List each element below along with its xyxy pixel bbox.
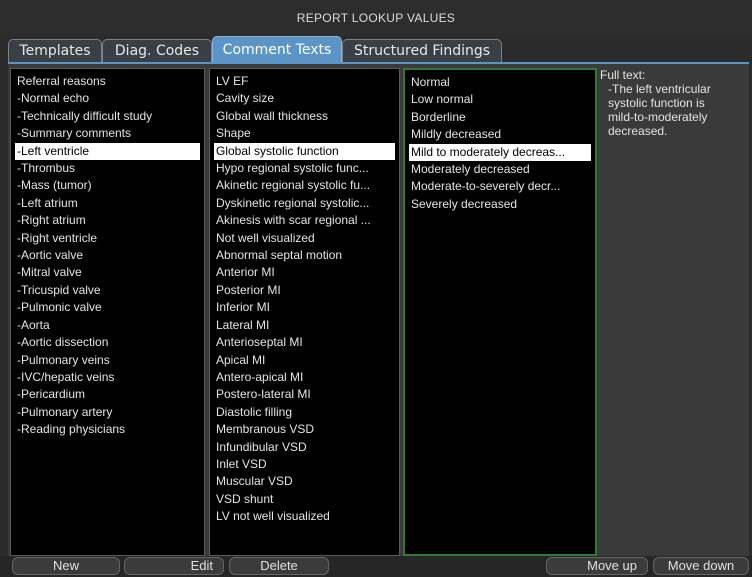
subcategory-list-item[interactable]: LV EF [214, 73, 395, 90]
tab-comment-texts[interactable]: Comment Texts [212, 36, 342, 63]
subcategory-list-item[interactable]: Infundibular VSD [214, 439, 395, 456]
subcategory-list-item[interactable]: Anterior MI [214, 264, 395, 281]
window-title: REPORT LOOKUP VALUES [0, 0, 752, 36]
value-list-item[interactable]: Moderate-to-severely decr... [409, 178, 591, 195]
subcategory-list-item[interactable]: LV not well visualized [214, 508, 395, 525]
delete-button[interactable]: Delete [229, 557, 329, 575]
subcategory-list-item[interactable]: Anterioseptal MI [214, 334, 395, 351]
category-list-item[interactable]: -Pulmonary veins [15, 352, 200, 369]
category-list-item[interactable]: -Technically difficult study [15, 108, 200, 125]
subcategory-list-item[interactable]: Global systolic function [214, 142, 395, 161]
category-list-item[interactable]: -Normal echo [15, 90, 200, 107]
category-list-item[interactable]: -Left atrium [15, 195, 200, 212]
full-text-body: -The left ventricular systolic function … [608, 82, 711, 138]
subcategory-list-item[interactable]: Akinesis with scar regional ... [214, 212, 395, 229]
category-list-item[interactable]: Referral reasons [15, 73, 200, 90]
subcategory-list-item[interactable]: Dyskinetic regional systolic... [214, 195, 395, 212]
category-list-item[interactable]: -Aorta [15, 317, 200, 334]
comment-texts-panel: Referral reasons -Normal echo -Technically… [8, 62, 749, 558]
tab-diag-codes[interactable]: Diag. Codes [102, 39, 212, 62]
tab-structured-findings[interactable]: Structured Findings [342, 39, 502, 62]
subcategory-list[interactable]: LV EF Cavity size Global wall thickness Sha… [209, 68, 400, 556]
category-list-item[interactable]: -Right ventricle [15, 230, 200, 247]
category-list-item[interactable]: -Right atrium [15, 212, 200, 229]
subcategory-list-item[interactable]: Shape [214, 125, 395, 142]
subcategory-list-item[interactable]: Muscular VSD [214, 473, 395, 490]
category-list-item[interactable]: -Mitral valve [15, 264, 200, 281]
subcategory-list-item[interactable]: Akinetic regional systolic fu... [214, 177, 395, 194]
category-list-item[interactable]: -Reading physicians [15, 421, 200, 438]
subcategory-list-item[interactable]: Inferior MI [214, 299, 395, 316]
value-list-item[interactable]: Severely decreased [409, 196, 591, 213]
move-up-button[interactable]: Move up [546, 557, 648, 575]
subcategory-list-item[interactable]: Postero-lateral MI [214, 386, 395, 403]
subcategory-list-item[interactable]: Antero-apical MI [214, 369, 395, 386]
category-list-item[interactable]: -Thrombus [15, 160, 200, 177]
category-list-item[interactable]: -Pulmonic valve [15, 299, 200, 316]
subcategory-list-item[interactable]: VSD shunt [214, 491, 395, 508]
category-list-item[interactable]: -Left ventricle [15, 142, 200, 161]
category-list-item[interactable]: -IVC/hepatic veins [15, 369, 200, 386]
value-list-item[interactable]: Borderline [409, 109, 591, 126]
button-bar: New Edit Delete Move up Move down [0, 556, 752, 577]
subcategory-list-item[interactable]: Diastolic filling [214, 404, 395, 421]
value-list-item[interactable]: Normal [409, 74, 591, 91]
category-list[interactable]: Referral reasons -Normal echo -Technically… [10, 68, 205, 556]
category-list-item[interactable]: -Aortic valve [15, 247, 200, 264]
new-button[interactable]: New [12, 557, 120, 575]
value-list-item[interactable]: Low normal [409, 91, 591, 108]
category-list-item[interactable]: -Summary comments [15, 125, 200, 142]
value-list-item[interactable]: Mildly decreased [409, 126, 591, 143]
subcategory-list-item[interactable]: Posterior MI [214, 282, 395, 299]
value-list-item[interactable]: Mild to moderately decreas... [409, 143, 591, 162]
value-list[interactable]: Normal Low normal Borderline Mildly decreas… [403, 68, 597, 556]
full-text-label: Full text: [600, 68, 646, 82]
subcategory-list-item[interactable]: Hypo regional systolic func... [214, 160, 395, 177]
category-list-item[interactable]: -Tricuspid valve [15, 282, 200, 299]
category-list-item[interactable]: -Pulmonary artery [15, 404, 200, 421]
full-text-preview: Full text: -The left ventricular systoli… [600, 68, 745, 138]
subcategory-list-item[interactable]: Inlet VSD [214, 456, 395, 473]
move-down-button[interactable]: Move down [653, 557, 749, 575]
category-list-item[interactable]: -Pericardium [15, 386, 200, 403]
subcategory-list-item[interactable]: Membranous VSD [214, 421, 395, 438]
category-list-item[interactable]: -Mass (tumor) [15, 177, 200, 194]
subcategory-list-item[interactable]: Abnormal septal motion [214, 247, 395, 264]
subcategory-list-item[interactable]: Apical MI [214, 352, 395, 369]
subcategory-list-item[interactable]: Lateral MI [214, 317, 395, 334]
edit-button[interactable]: Edit [124, 557, 224, 575]
tab-templates[interactable]: Templates [8, 39, 102, 62]
value-list-item[interactable]: Moderately decreased [409, 161, 591, 178]
category-list-item[interactable]: -Aortic dissection [15, 334, 200, 351]
subcategory-list-item[interactable]: Cavity size [214, 90, 395, 107]
subcategory-list-item[interactable]: Not well visualized [214, 230, 395, 247]
subcategory-list-item[interactable]: Global wall thickness [214, 108, 395, 125]
